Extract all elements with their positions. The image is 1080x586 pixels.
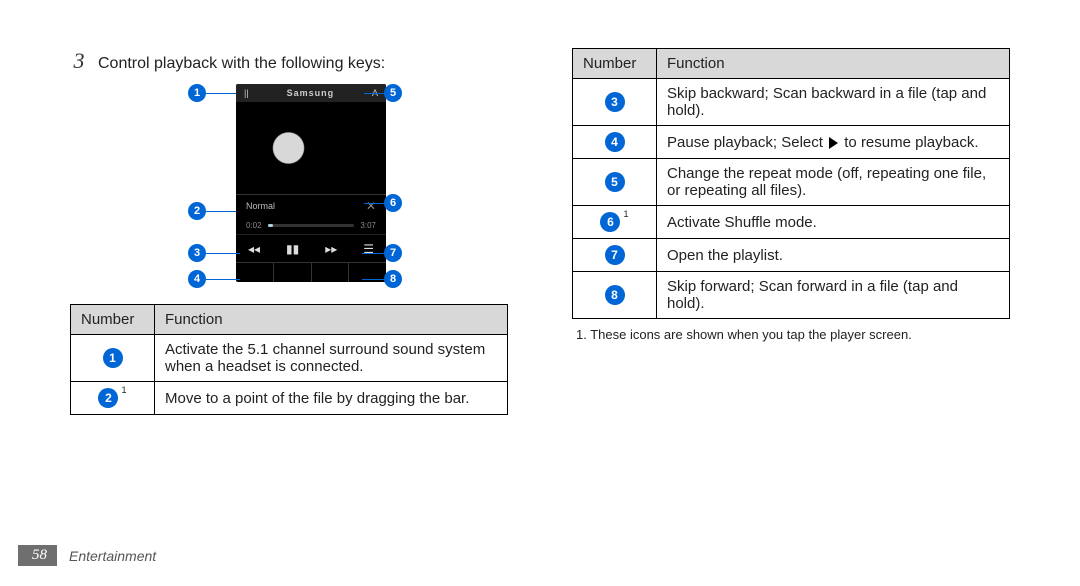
callout-5: 5 bbox=[384, 84, 402, 102]
left-table: Number Function 1 Activate the 5.1 channe… bbox=[70, 304, 508, 415]
time-elapsed: 0:02 bbox=[246, 221, 262, 230]
number-cell: 3 bbox=[573, 79, 657, 126]
step-text: Control playback with the following keys… bbox=[98, 55, 385, 73]
number-badge: 5 bbox=[605, 172, 625, 192]
table-row: 8 Skip forward; Scan forward in a file (t… bbox=[573, 272, 1010, 319]
callout-8: 8 bbox=[384, 270, 402, 288]
function-cell: Open the playlist. bbox=[657, 239, 1010, 272]
footnote: 1. These icons are shown when you tap th… bbox=[572, 327, 1010, 342]
number-badge: 4 bbox=[605, 132, 625, 152]
phone-illustration: 1 2 3 4 5 6 7 8 || Samsung A Normal bbox=[70, 84, 508, 284]
number-badge: 6 bbox=[600, 212, 620, 232]
number-cell: 61 bbox=[573, 206, 657, 239]
function-cell: Activate Shuffle mode. bbox=[657, 206, 1010, 239]
number-badge: 2 bbox=[98, 388, 118, 408]
number-badge: 3 bbox=[605, 92, 625, 112]
table-row: 21Move to a point of the file by draggin… bbox=[71, 382, 508, 415]
number-cell: 8 bbox=[573, 272, 657, 319]
number-cell: 1 bbox=[71, 335, 155, 382]
function-cell: Skip forward; Scan forward in a file (ta… bbox=[657, 272, 1010, 319]
left-column: 3 Control playback with the following ke… bbox=[70, 48, 508, 415]
page-number: 58 bbox=[18, 545, 57, 566]
eq-row: Normal ✕ bbox=[236, 194, 386, 216]
function-cell: Move to a point of the file by dragging … bbox=[155, 382, 508, 415]
col-function: Function bbox=[657, 49, 1010, 79]
play-icon bbox=[829, 137, 838, 149]
step-line: 3 Control playback with the following ke… bbox=[70, 48, 508, 74]
section-name: Entertainment bbox=[69, 548, 156, 564]
table-row: 1 Activate the 5.1 channel surround sound… bbox=[71, 335, 508, 382]
right-column: Number Function 3 Skip backward; Scan bac… bbox=[572, 48, 1010, 415]
table-row: 61Activate Shuffle mode. bbox=[573, 206, 1010, 239]
table-row: 3 Skip backward; Scan backward in a file … bbox=[573, 79, 1010, 126]
time-total: 3:07 bbox=[360, 221, 376, 230]
page-footer: 58 Entertainment bbox=[18, 545, 156, 566]
function-cell: Skip backward; Scan backward in a file (… bbox=[657, 79, 1010, 126]
callout-7: 7 bbox=[384, 244, 402, 262]
step-number: 3 bbox=[70, 48, 88, 74]
col-function: Function bbox=[155, 305, 508, 335]
next-icon: ▸▸ bbox=[325, 242, 337, 256]
function-cell: Pause playback; Select to resume playbac… bbox=[657, 126, 1010, 159]
table-row: 5 Change the repeat mode (off, repeating … bbox=[573, 159, 1010, 206]
seek-bar bbox=[268, 224, 355, 227]
number-badge: 8 bbox=[605, 285, 625, 305]
table-row: 4 Pause playback; Select to resume playba… bbox=[573, 126, 1010, 159]
table-row: 7 Open the playlist. bbox=[573, 239, 1010, 272]
callout-4: 4 bbox=[188, 270, 206, 288]
col-number: Number bbox=[573, 49, 657, 79]
callout-1: 1 bbox=[188, 84, 206, 102]
number-cell: 7 bbox=[573, 239, 657, 272]
callout-3: 3 bbox=[188, 244, 206, 262]
number-cell: 21 bbox=[71, 382, 155, 415]
surround-icon: || bbox=[244, 88, 249, 98]
brand-label: Samsung bbox=[287, 88, 335, 98]
album-art bbox=[236, 102, 386, 194]
number-cell: 5 bbox=[573, 159, 657, 206]
shuffle-icon: ✕ bbox=[366, 199, 376, 213]
callout-6: 6 bbox=[384, 194, 402, 212]
number-badge: 1 bbox=[103, 348, 123, 368]
right-table: Number Function 3 Skip backward; Scan bac… bbox=[572, 48, 1010, 319]
prev-icon: ◂◂ bbox=[248, 242, 260, 256]
footnote-marker: 1 bbox=[623, 209, 628, 219]
player-controls: ◂◂ ▮▮ ▸▸ ☰ bbox=[236, 234, 386, 262]
number-cell: 4 bbox=[573, 126, 657, 159]
footnote-marker: 1 bbox=[121, 385, 126, 395]
seek-row: 0:02 3:07 bbox=[236, 216, 386, 234]
function-cell: Activate the 5.1 channel surround sound … bbox=[155, 335, 508, 382]
col-number: Number bbox=[71, 305, 155, 335]
callout-2: 2 bbox=[188, 202, 206, 220]
pause-icon: ▮▮ bbox=[286, 242, 299, 256]
function-cell: Change the repeat mode (off, repeating o… bbox=[657, 159, 1010, 206]
number-badge: 7 bbox=[605, 245, 625, 265]
eq-label: Normal bbox=[246, 201, 275, 211]
